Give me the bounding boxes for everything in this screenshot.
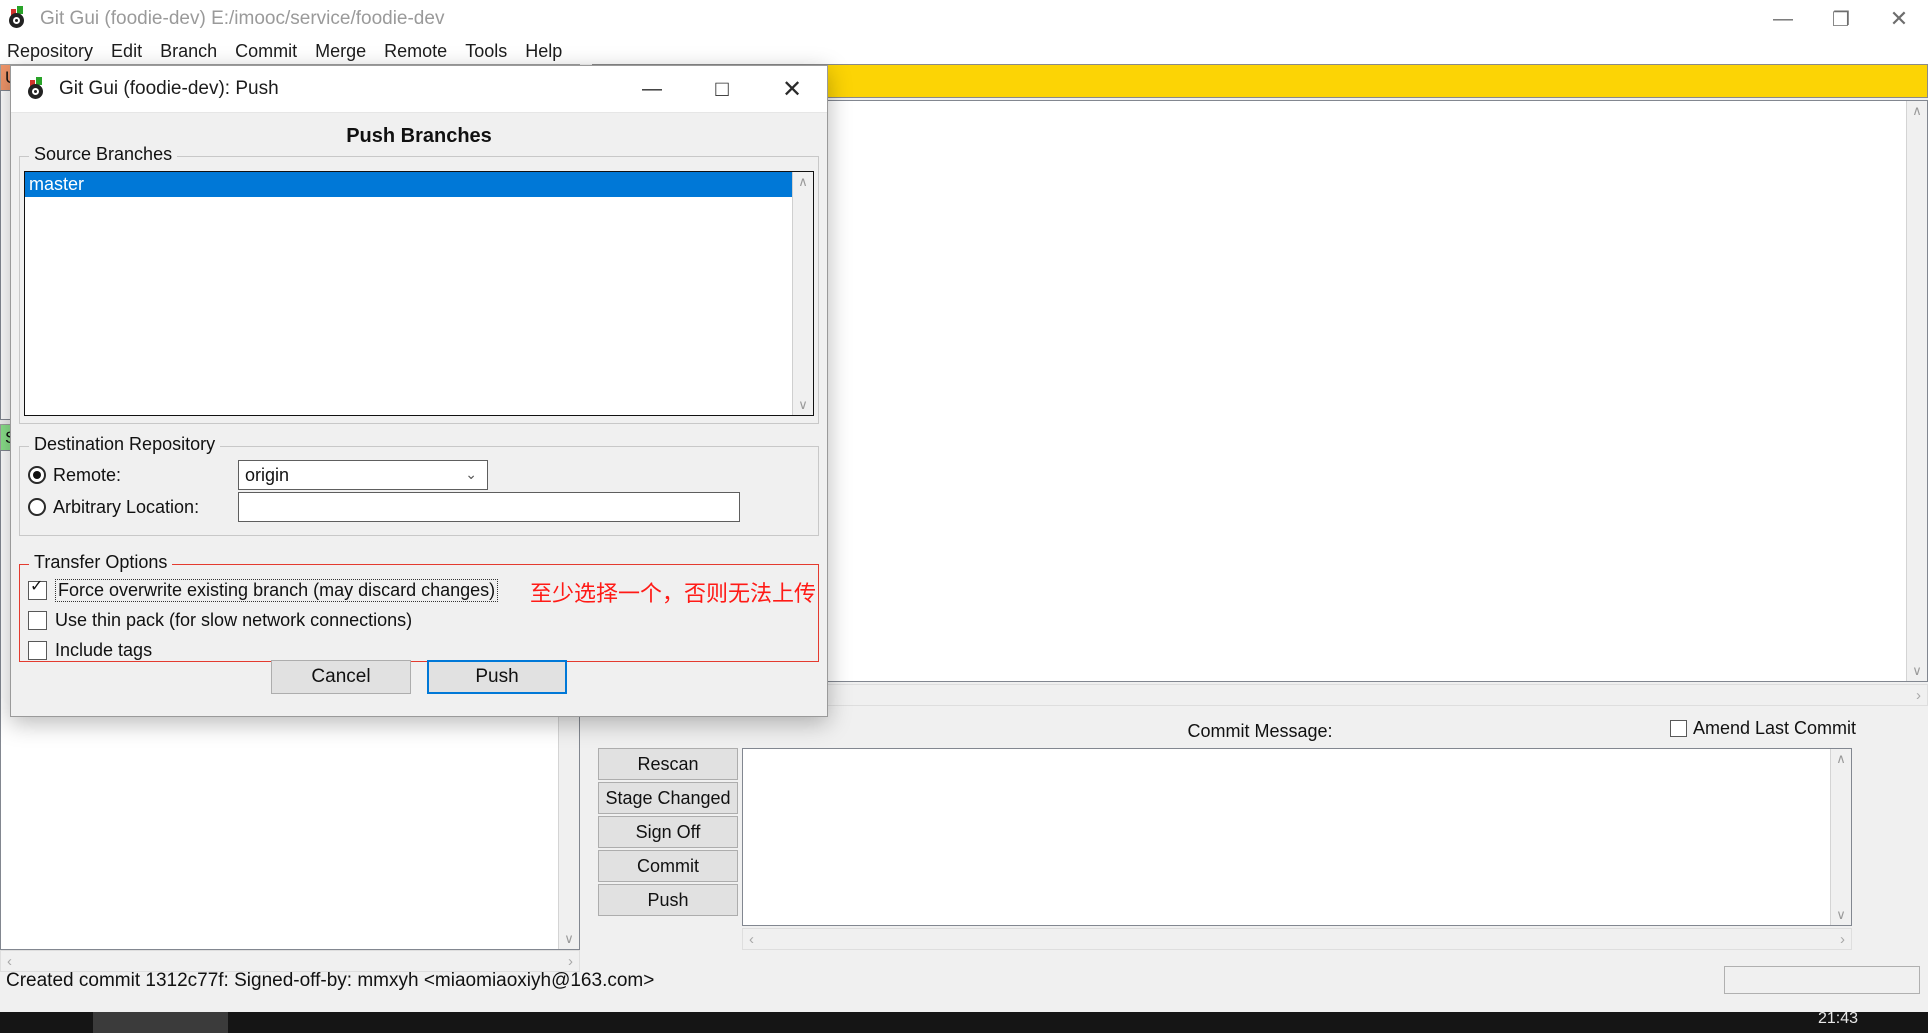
commit-message-horizontal-scrollbar[interactable]: ‹ › [742, 928, 1852, 950]
window-title: Git Gui (foodie-dev) E:/imooc/service/fo… [40, 8, 445, 29]
scroll-down-icon[interactable]: ∨ [1836, 905, 1846, 925]
commit-message-header: Commit Message: Amend Last Commit [592, 716, 1928, 746]
amend-last-commit-label: Amend Last Commit [1692, 718, 1856, 738]
arbitrary-location-label: Arbitrary Location: [53, 496, 200, 517]
taskbar: 21:43 [0, 1010, 1928, 1033]
commit-button[interactable]: Commit [598, 850, 738, 882]
push-confirm-button[interactable]: Push [427, 660, 567, 694]
amend-last-commit-checkbox[interactable]: Amend Last Commit [1669, 718, 1856, 739]
taskbar-clock: 21:43 [1817, 1010, 1858, 1026]
scroll-down-icon[interactable]: ∨ [564, 929, 574, 949]
git-gui-icon [25, 77, 49, 101]
arbitrary-location-radio-row[interactable]: Arbitrary Location: [20, 491, 818, 523]
branch-list-item[interactable]: master [25, 172, 793, 197]
destination-repository-group: Destination Repository Remote: origin ⌄ … [19, 434, 819, 536]
menu-branch[interactable]: Branch [160, 41, 217, 62]
arbitrary-location-radio-button[interactable] [28, 498, 46, 516]
status-bar: Created commit 1312c77f: Signed-off-by: … [0, 960, 1928, 1002]
annotation-text: 至少选择一个，否则无法上传 [530, 581, 817, 606]
source-branches-label: Source Branches [29, 144, 178, 165]
diff-vertical-scrollbar[interactable]: ∧ ∨ [1906, 101, 1927, 681]
maximize-icon[interactable]: ❐ [1812, 0, 1870, 38]
taskbar-item[interactable] [93, 1012, 228, 1033]
remote-radio-button[interactable] [28, 466, 46, 484]
commit-button-column: Rescan Stage Changed Sign Off Commit Pus… [598, 748, 738, 916]
git-gui-icon [6, 6, 32, 32]
close-icon[interactable]: ✕ [1870, 0, 1928, 38]
dialog-button-row: Cancel Push [11, 660, 827, 694]
commit-area: Commit Message: Amend Last Commit Rescan… [592, 716, 1928, 956]
arbitrary-location-input[interactable] [238, 492, 740, 522]
screen: Git Gui (foodie-dev) E:/imooc/service/fo… [0, 0, 1928, 1033]
include-tags-checkbox[interactable] [28, 640, 47, 660]
menu-help[interactable]: Help [525, 41, 562, 62]
main-titlebar: Git Gui (foodie-dev) E:/imooc/service/fo… [0, 0, 1928, 38]
dialog-minimize-icon[interactable]: — [617, 66, 687, 112]
cancel-button[interactable]: Cancel [271, 660, 411, 694]
remote-select[interactable]: origin ⌄ [238, 460, 488, 490]
dialog-maximize-icon[interactable]: □ [687, 66, 757, 112]
dialog-titlebar: Git Gui (foodie-dev): Push — □ ✕ [11, 66, 827, 113]
remote-label: Remote: [53, 464, 122, 485]
menu-tools[interactable]: Tools [465, 41, 507, 62]
menu-merge[interactable]: Merge [315, 41, 366, 62]
thin-pack-label: Use thin pack (for slow network connecti… [55, 609, 413, 630]
status-progress-box [1724, 966, 1920, 994]
chevron-down-icon[interactable]: ⌄ [465, 466, 477, 483]
push-dialog: Git Gui (foodie-dev): Push — □ ✕ Push Br… [10, 65, 828, 717]
menubar: Repository Edit Branch Commit Merge Remo… [0, 38, 1928, 64]
menu-commit[interactable]: Commit [235, 41, 297, 62]
dialog-close-icon[interactable]: ✕ [757, 66, 827, 112]
remote-radio-row[interactable]: Remote: origin ⌄ [20, 459, 818, 491]
include-tags-label: Include tags [55, 639, 153, 660]
transfer-options-label: Transfer Options [29, 552, 173, 573]
rescan-button[interactable]: Rescan [598, 748, 738, 780]
minimize-icon[interactable]: — [1754, 0, 1812, 38]
commit-message-label: Commit Message: [1187, 720, 1333, 741]
thin-pack-row[interactable]: Use thin pack (for slow network connecti… [20, 605, 818, 635]
sign-off-button[interactable]: Sign Off [598, 816, 738, 848]
menu-edit[interactable]: Edit [111, 41, 142, 62]
commit-message-input[interactable]: ∧ ∨ [742, 748, 1852, 926]
scroll-right-icon[interactable]: › [1916, 687, 1921, 704]
menu-repository[interactable]: Repository [7, 41, 93, 62]
thin-pack-checkbox[interactable] [28, 610, 47, 630]
scroll-down-icon[interactable]: ∨ [1912, 661, 1922, 681]
scroll-right-icon[interactable]: › [1840, 931, 1845, 948]
stage-changed-button[interactable]: Stage Changed [598, 782, 738, 814]
commit-message-vertical-scrollbar[interactable]: ∧ ∨ [1830, 749, 1851, 925]
destination-repository-label: Destination Repository [29, 434, 221, 455]
dialog-title: Git Gui (foodie-dev): Push [59, 78, 279, 99]
push-button[interactable]: Push [598, 884, 738, 916]
source-branches-list[interactable]: master ∧ ∨ [24, 171, 814, 416]
scroll-up-icon[interactable]: ∧ [798, 172, 808, 192]
scroll-up-icon[interactable]: ∧ [1836, 749, 1846, 769]
force-overwrite-checkbox[interactable] [28, 578, 47, 600]
menu-remote[interactable]: Remote [384, 41, 447, 62]
dialog-window-controls: — □ ✕ [617, 66, 827, 112]
branch-list-scrollbar[interactable]: ∧ ∨ [792, 172, 813, 415]
status-text: Created commit 1312c77f: Signed-off-by: … [6, 970, 655, 991]
scroll-left-icon[interactable]: ‹ [749, 931, 754, 948]
window-controls: — ❐ ✕ [1754, 0, 1928, 38]
amend-checkbox-box[interactable] [1669, 720, 1687, 737]
force-overwrite-label: Force overwrite existing branch (may dis… [55, 578, 499, 602]
remote-selected-value: origin [245, 464, 290, 485]
source-branches-group: Source Branches master ∧ ∨ [19, 144, 819, 424]
scroll-down-icon[interactable]: ∨ [798, 395, 808, 415]
scroll-up-icon[interactable]: ∧ [1912, 101, 1922, 121]
